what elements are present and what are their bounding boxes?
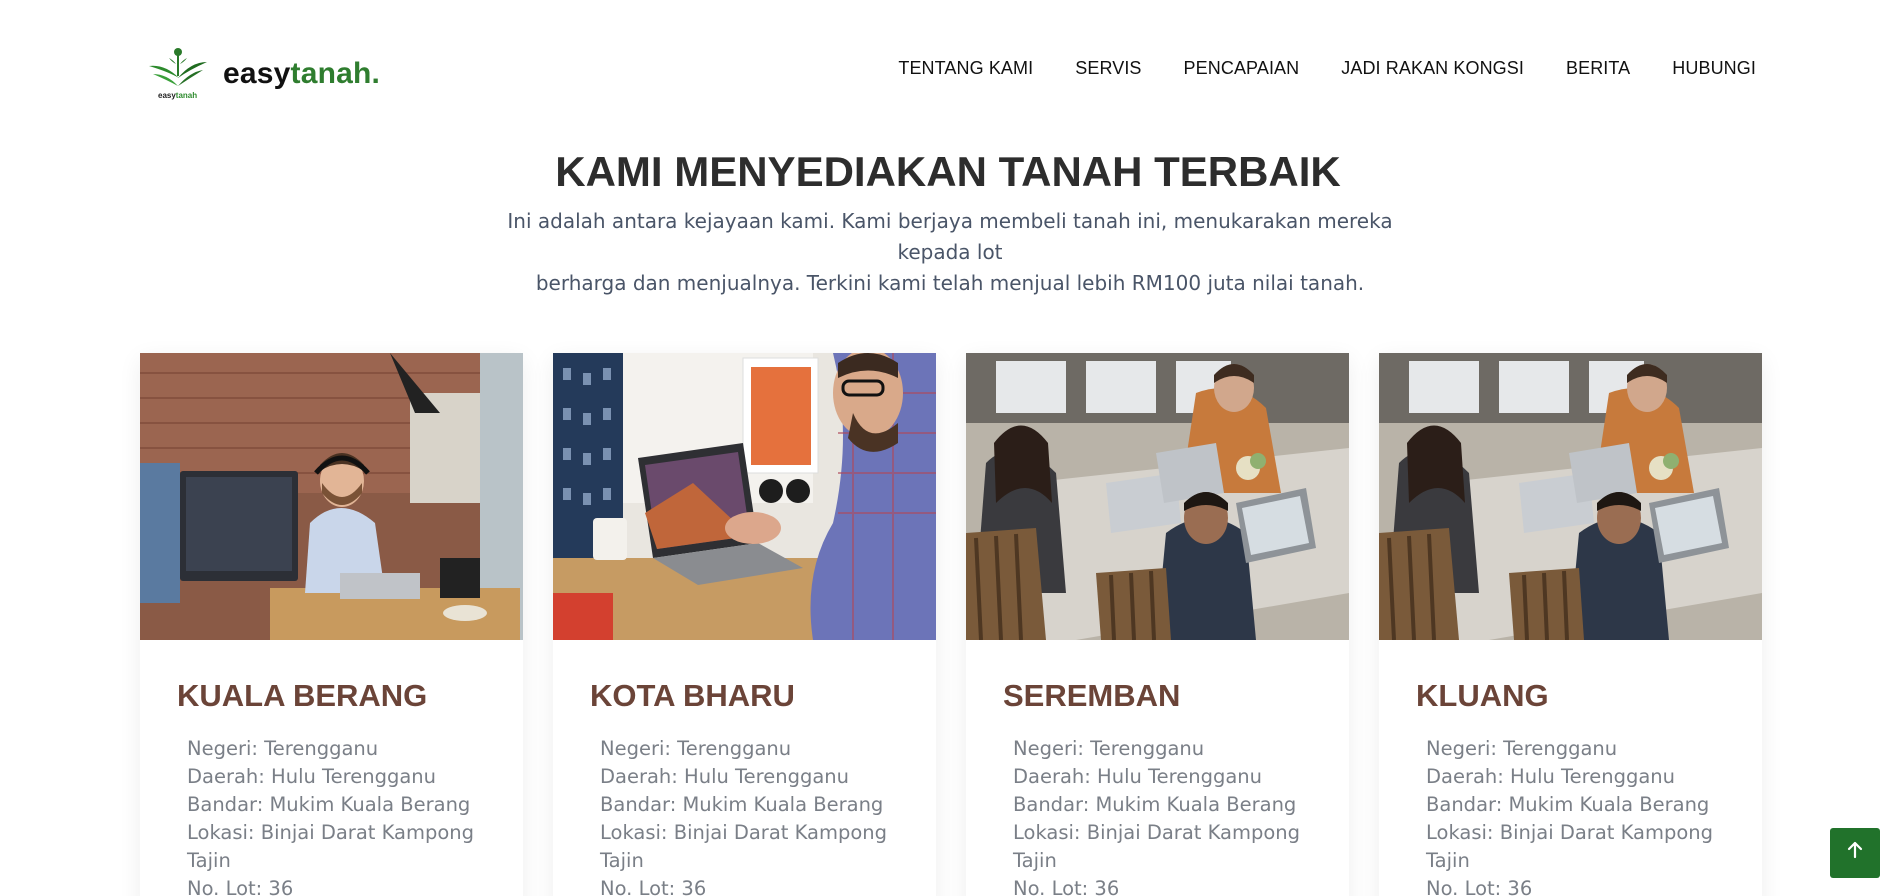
land-card[interactable]: KOTA BHARU Negeri: Terengganu Daerah: Hu… [553, 353, 936, 896]
card-title: KLUANG [1416, 678, 1549, 713]
card-photo [553, 353, 936, 640]
nav-servis[interactable]: SERVIS [1075, 58, 1141, 79]
page-title: KAMI MENYEDIAKAN TANAH TERBAIK [555, 148, 1341, 195]
nav-hubungi[interactable]: HUBUNGI [1672, 58, 1756, 79]
site-header: easytanah easytanah. TENTANG KAMI SERVIS… [0, 0, 1896, 140]
card-title: KUALA BERANG [177, 678, 428, 713]
back-to-top-button[interactable] [1830, 828, 1880, 878]
card-photo [966, 353, 1349, 640]
logo-wordmark: easytanah. [223, 57, 381, 90]
nav-tentang-kami[interactable]: TENTANG KAMI [898, 58, 1033, 79]
main-nav: TENTANG KAMI SERVIS PENCAPAIAN JADI RAKA… [898, 58, 1756, 79]
land-card[interactable]: KUALA BERANG Negeri: Terengganu Daerah: … [140, 353, 523, 896]
land-card[interactable]: SEREMBAN Negeri: Terengganu Daerah: Hulu… [966, 353, 1349, 896]
card-photo [1379, 353, 1762, 640]
land-card[interactable]: KLUANG Negeri: Terengganu Daerah: Hulu T… [1379, 353, 1762, 896]
easytanah-logo-icon: easytanah [145, 46, 209, 102]
page-subtitle: Ini adalah antara kejayaan kami. Kami be… [507, 209, 1393, 295]
card-details: Negeri: Terengganu Daerah: Hulu Terengga… [187, 737, 475, 896]
card-details: Negeri: Terengganu Daerah: Hulu Terengga… [600, 737, 888, 896]
card-title: SEREMBAN [1003, 678, 1181, 713]
card-details: Negeri: Terengganu Daerah: Hulu Terengga… [1426, 737, 1714, 896]
arrow-up-icon [1845, 839, 1865, 867]
card-details: Negeri: Terengganu Daerah: Hulu Terengga… [1013, 737, 1301, 896]
site-logo[interactable]: easytanah easytanah. [145, 46, 380, 102]
land-cards: KUALA BERANG Negeri: Terengganu Daerah: … [140, 353, 1762, 896]
nav-jadi-rakan-kongsi[interactable]: JADI RAKAN KONGSI [1341, 58, 1524, 79]
card-photo [140, 353, 523, 640]
nav-berita[interactable]: BERITA [1566, 58, 1630, 79]
card-title: KOTA BHARU [590, 678, 795, 713]
nav-pencapaian[interactable]: PENCAPAIAN [1184, 58, 1300, 79]
